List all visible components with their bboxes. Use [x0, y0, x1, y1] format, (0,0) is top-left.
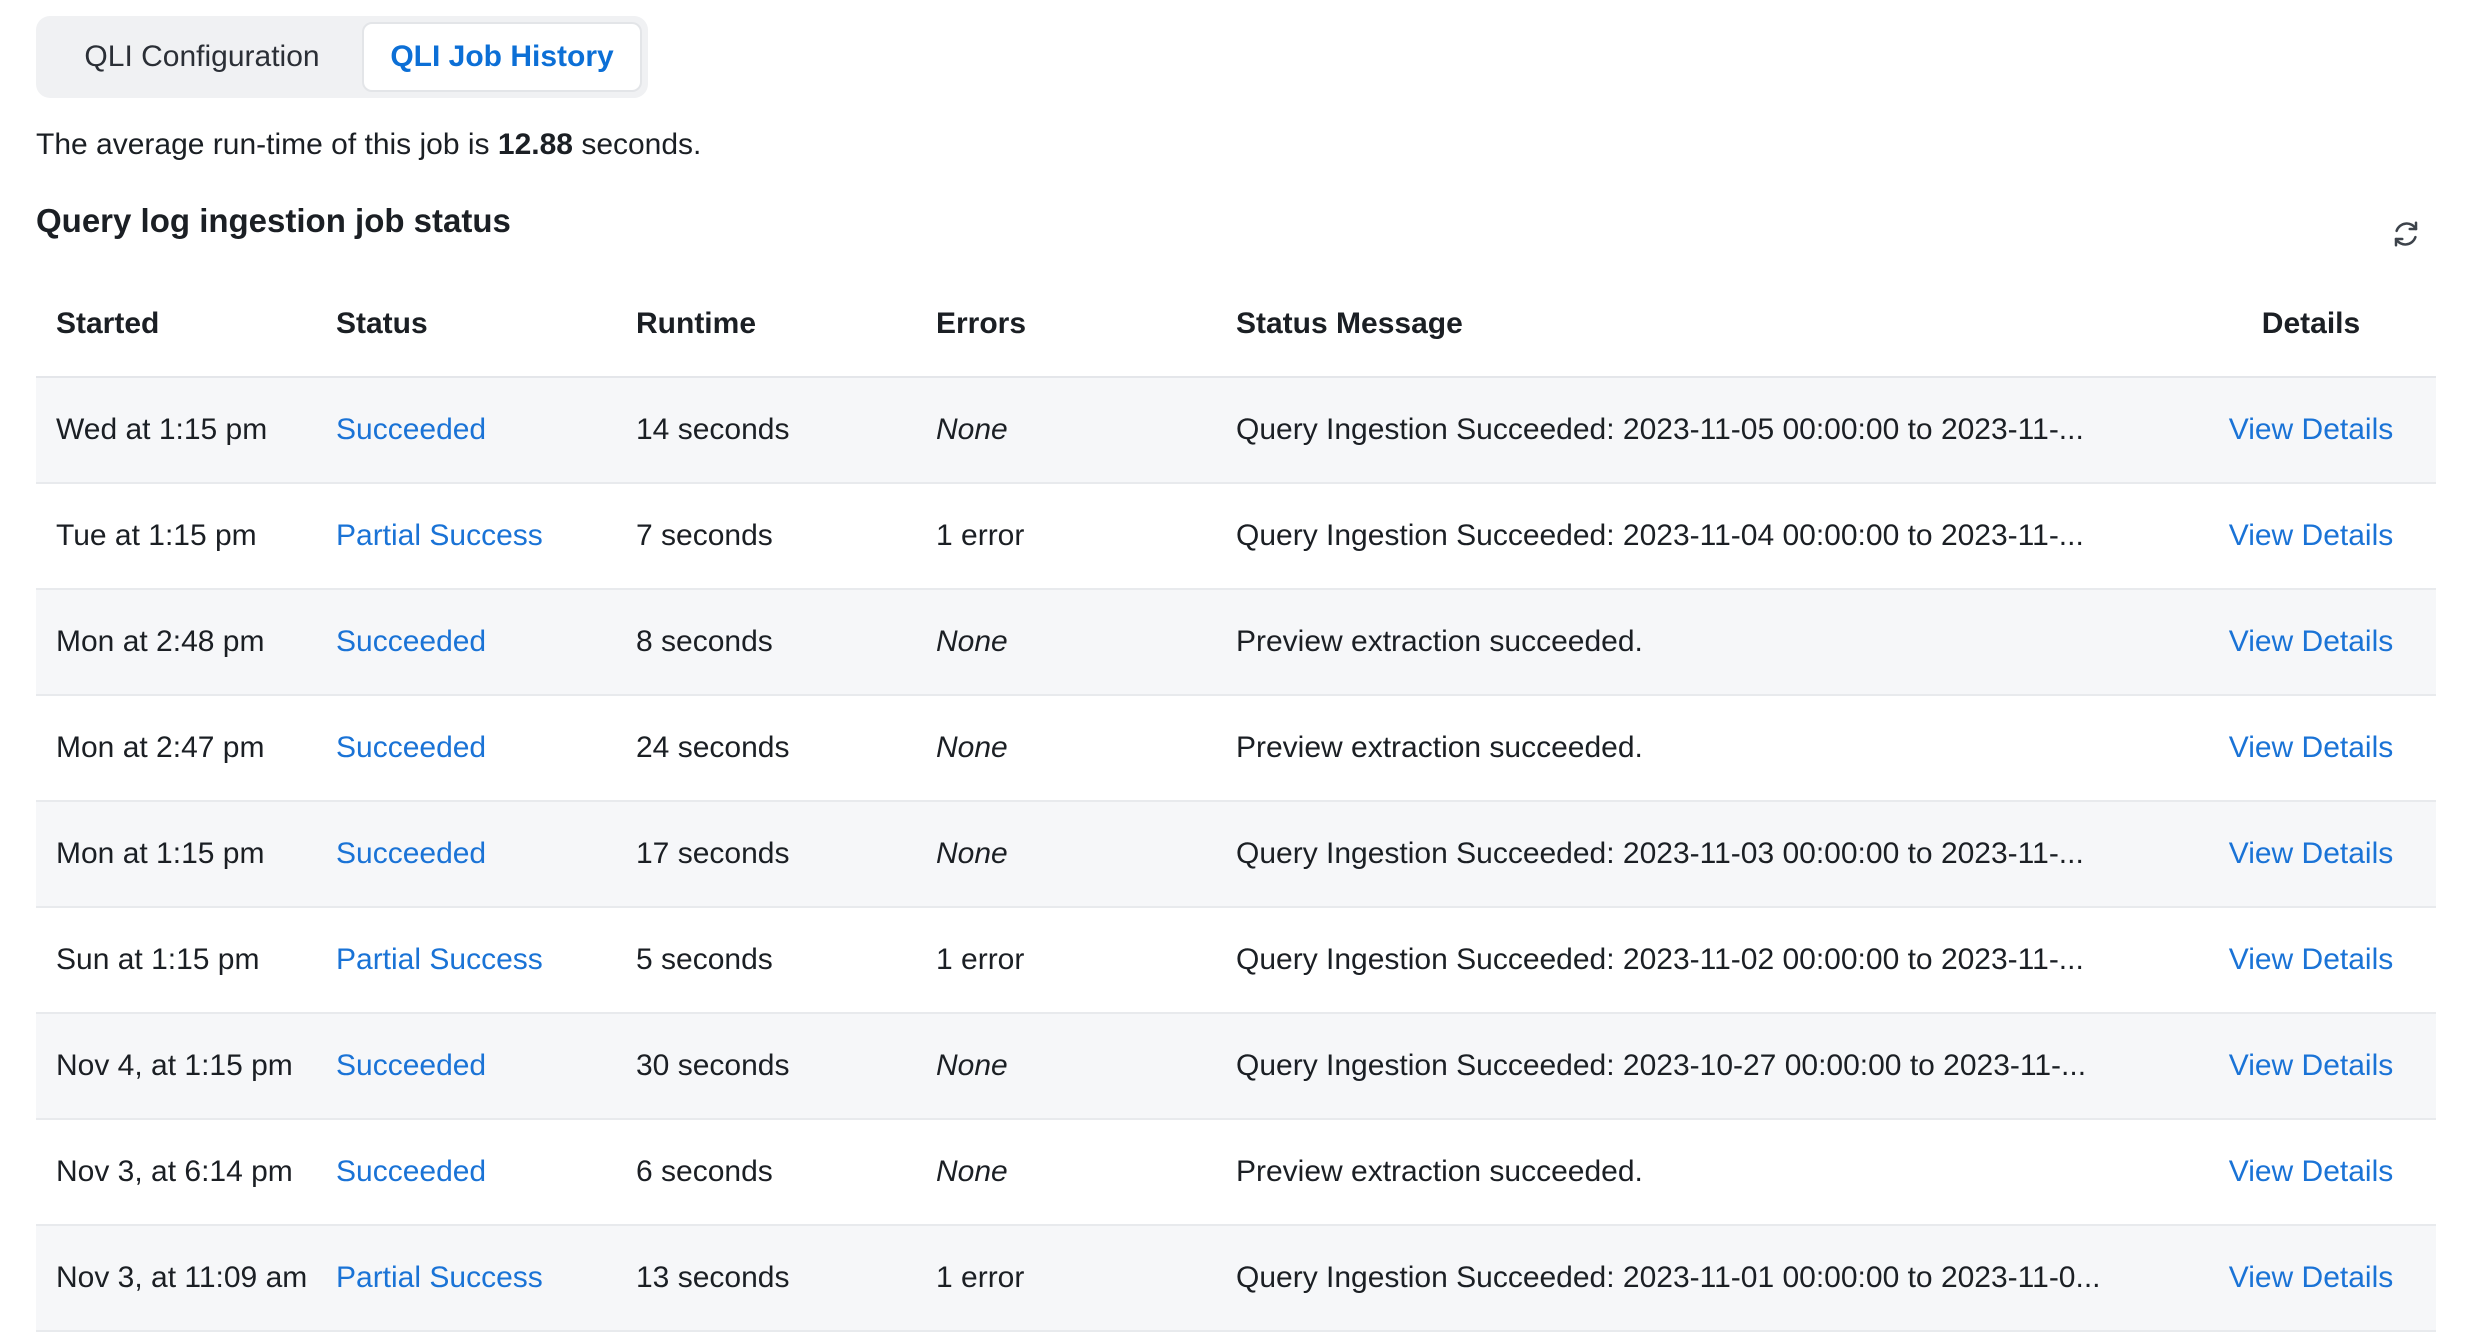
cell-runtime: 24 seconds	[636, 731, 790, 764]
average-suffix: seconds.	[581, 128, 702, 161]
tab-qli-configuration[interactable]: QLI Configuration	[42, 22, 362, 92]
header-runtime: Runtime	[636, 307, 756, 340]
status-link[interactable]: Partial Success	[336, 943, 636, 977]
view-details-link[interactable]: View Details	[2186, 837, 2436, 871]
cell-errors: None	[936, 413, 1008, 446]
cell-runtime: 17 seconds	[636, 837, 790, 870]
cell-status-message: Preview extraction succeeded.	[1236, 625, 1643, 658]
cell-started: Wed at 1:15 pm	[56, 413, 268, 446]
job-status-table: Started Status Runtime Errors Status Mes…	[36, 272, 2436, 1332]
status-link[interactable]: Succeeded	[336, 625, 636, 659]
header-status-message: Status Message	[1236, 307, 1463, 340]
cell-errors: None	[936, 731, 1008, 764]
table-row: Tue at 1:15 pm Partial Success 7 seconds 1 …	[36, 484, 2436, 590]
view-details-link[interactable]: View Details	[2186, 1155, 2436, 1189]
status-link[interactable]: Succeeded	[336, 1155, 636, 1189]
status-link[interactable]: Succeeded	[336, 413, 636, 447]
view-details-link[interactable]: View Details	[2186, 625, 2436, 659]
cell-status-message: Preview extraction succeeded.	[1236, 1155, 1643, 1188]
header-status: Status	[336, 307, 428, 340]
header-details: Details	[2261, 307, 2361, 340]
tab-bar: QLI Configuration QLI Job History	[36, 16, 648, 98]
table-row: Mon at 2:48 pm Succeeded 8 seconds None Prev…	[36, 590, 2436, 696]
cell-started: Mon at 2:47 pm	[56, 731, 265, 764]
cell-errors: None	[936, 1155, 1008, 1188]
cell-errors: None	[936, 837, 1008, 870]
average-runtime-text: The average run-time of this job is 12.8…	[36, 128, 701, 162]
cell-runtime: 6 seconds	[636, 1155, 773, 1188]
header-started: Started	[56, 307, 160, 340]
cell-started: Nov 4, at 1:15 pm	[56, 1049, 293, 1082]
status-link[interactable]: Partial Success	[336, 519, 636, 553]
average-value: 12.88	[497, 128, 573, 161]
view-details-link[interactable]: View Details	[2186, 1261, 2436, 1295]
cell-started: Sun at 1:15 pm	[56, 943, 260, 976]
cell-errors: 1 error	[936, 943, 1025, 976]
table-row: Nov 3, at 6:14 pm Succeeded 6 seconds None P…	[36, 1120, 2436, 1226]
cell-status-message: Query Ingestion Succeeded: 2023-11-03 00…	[1236, 837, 2084, 870]
cell-status-message: Query Ingestion Succeeded: 2023-11-01 00…	[1236, 1261, 2101, 1294]
cell-runtime: 7 seconds	[636, 519, 773, 552]
cell-status-message: Query Ingestion Succeeded: 2023-11-05 00…	[1236, 413, 2084, 446]
table-row: Nov 3, at 11:09 am Partial Success 13 seco…	[36, 1226, 2436, 1332]
cell-errors: None	[936, 1049, 1008, 1082]
refresh-icon	[2394, 221, 2418, 247]
table-body: Wed at 1:15 pm Succeeded 14 seconds None Que…	[36, 378, 2436, 1332]
average-prefix: The average run-time of this job is	[36, 128, 490, 161]
view-details-link[interactable]: View Details	[2186, 519, 2436, 553]
view-details-link[interactable]: View Details	[2186, 943, 2436, 977]
cell-runtime: 8 seconds	[636, 625, 773, 658]
refresh-button[interactable]	[2386, 214, 2426, 254]
cell-errors: None	[936, 625, 1008, 658]
view-details-link[interactable]: View Details	[2186, 413, 2436, 447]
view-details-link[interactable]: View Details	[2186, 731, 2436, 765]
cell-runtime: 5 seconds	[636, 943, 773, 976]
cell-runtime: 13 seconds	[636, 1261, 790, 1294]
cell-started: Nov 3, at 6:14 pm	[56, 1155, 293, 1188]
cell-runtime: 30 seconds	[636, 1049, 790, 1082]
table-row: Mon at 2:47 pm Succeeded 24 seconds None Pre…	[36, 696, 2436, 802]
status-link[interactable]: Partial Success	[336, 1261, 636, 1295]
status-link[interactable]: Succeeded	[336, 837, 636, 871]
table-row: Nov 4, at 1:15 pm Succeeded 30 seconds None…	[36, 1014, 2436, 1120]
cell-status-message: Preview extraction succeeded.	[1236, 731, 1643, 764]
cell-started: Mon at 2:48 pm	[56, 625, 265, 658]
cell-started: Nov 3, at 11:09 am	[56, 1261, 308, 1294]
table-header: Started Status Runtime Errors Status Mes…	[36, 272, 2436, 378]
cell-status-message: Query Ingestion Succeeded: 2023-11-04 00…	[1236, 519, 2084, 552]
cell-started: Mon at 1:15 pm	[56, 837, 265, 870]
cell-errors: 1 error	[936, 1261, 1025, 1294]
cell-started: Tue at 1:15 pm	[56, 519, 257, 552]
tab-qli-job-history[interactable]: QLI Job History	[362, 22, 642, 92]
view-details-link[interactable]: View Details	[2186, 1049, 2436, 1083]
header-errors: Errors	[936, 307, 1027, 340]
cell-status-message: Query Ingestion Succeeded: 2023-11-02 00…	[1236, 943, 2084, 976]
table-row: Mon at 1:15 pm Succeeded 17 seconds None Que…	[36, 802, 2436, 908]
cell-status-message: Query Ingestion Succeeded: 2023-10-27 00…	[1236, 1049, 2087, 1082]
table-row: Sun at 1:15 pm Partial Success 5 seconds 1 …	[36, 908, 2436, 1014]
cell-runtime: 14 seconds	[636, 413, 790, 446]
status-link[interactable]: Succeeded	[336, 731, 636, 765]
cell-errors: 1 error	[936, 519, 1025, 552]
status-link[interactable]: Succeeded	[336, 1049, 636, 1083]
section-title: Query log ingestion job status	[36, 202, 511, 239]
table-row: Wed at 1:15 pm Succeeded 14 seconds None Que…	[36, 378, 2436, 484]
